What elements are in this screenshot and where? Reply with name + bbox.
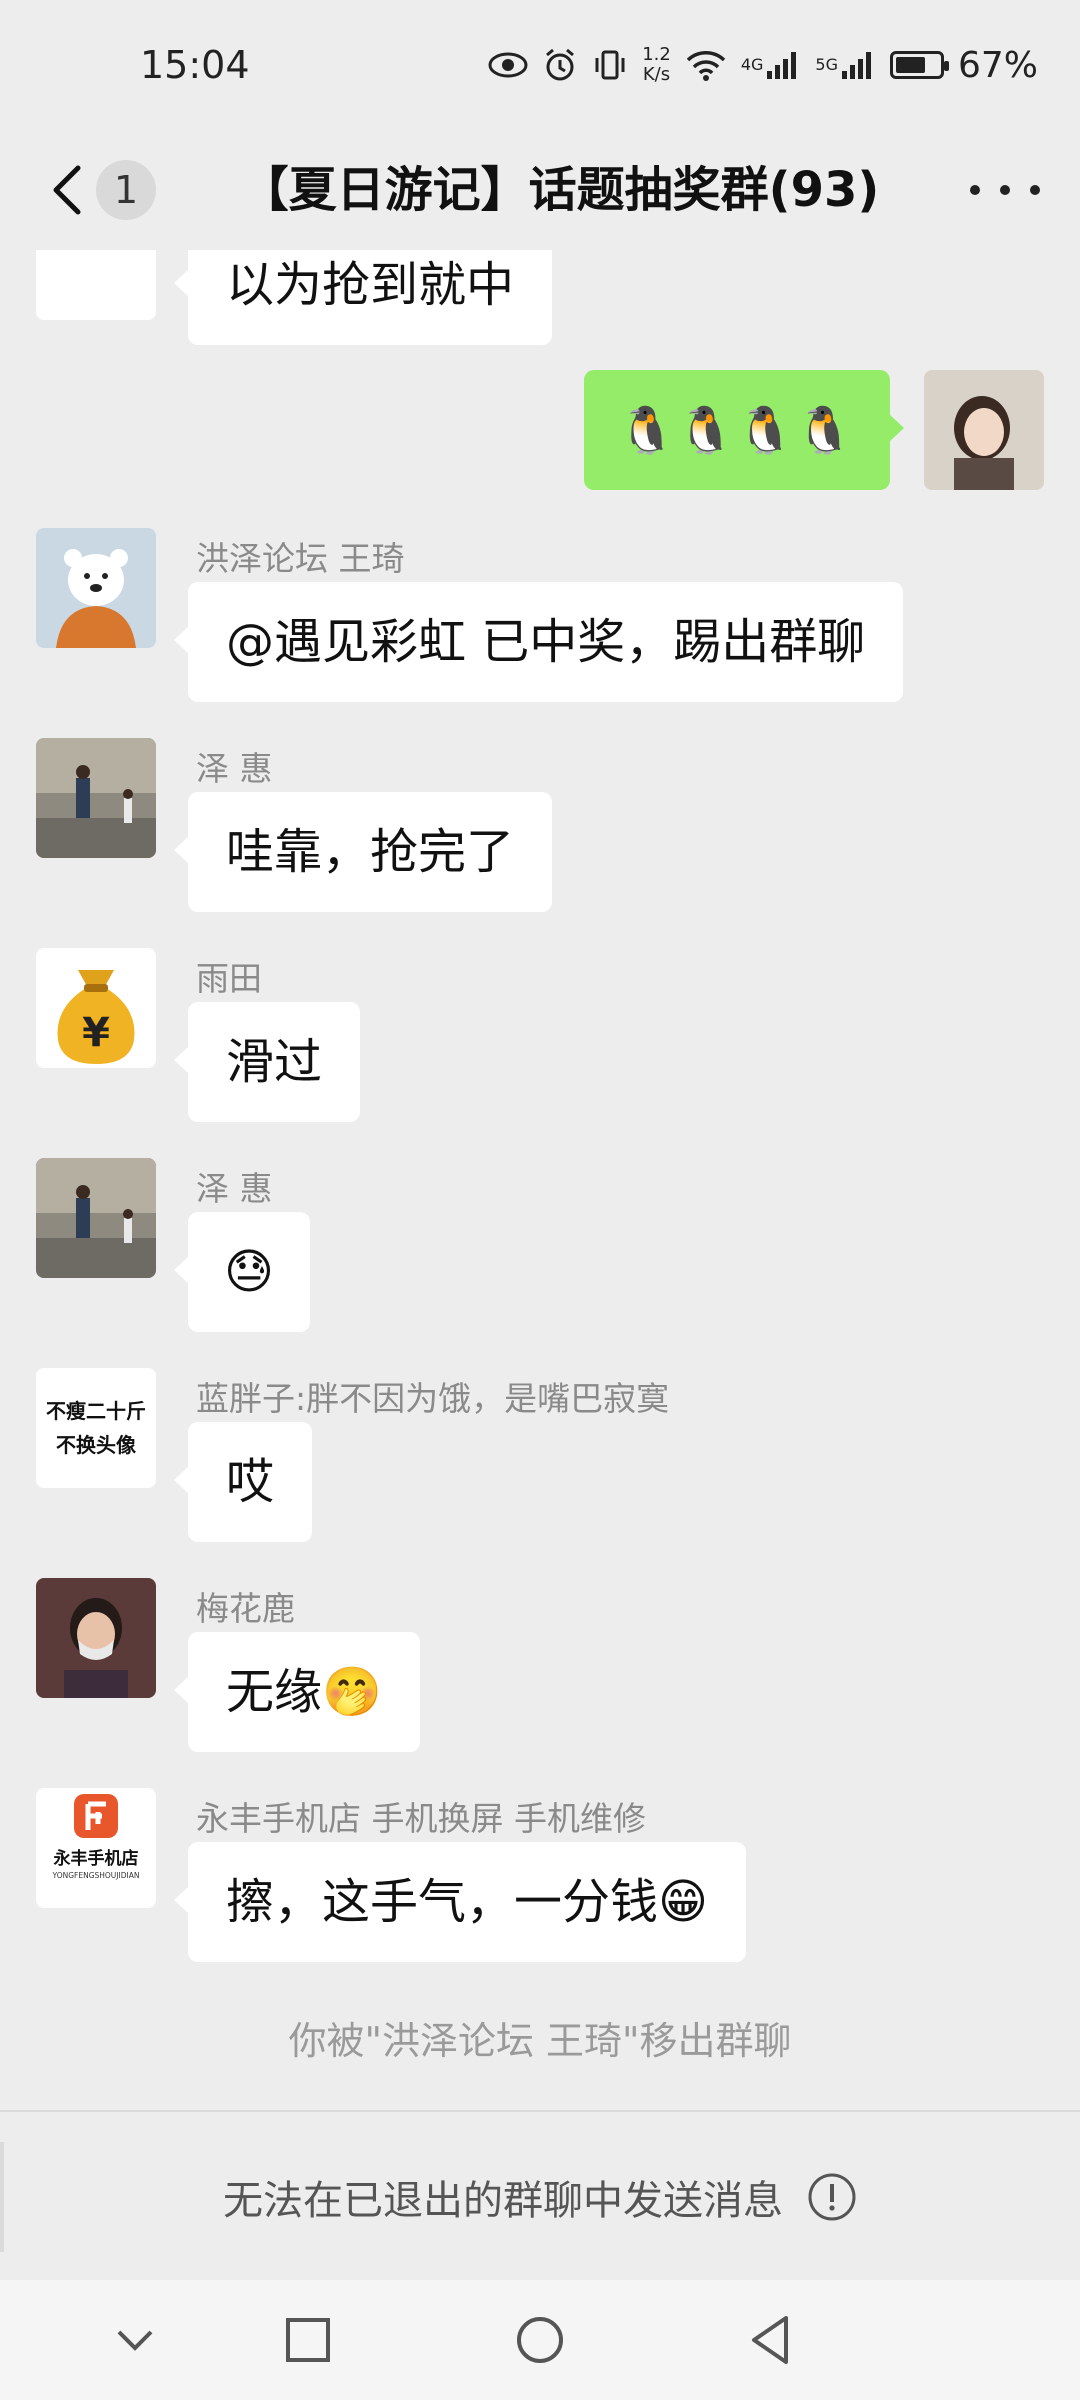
message-bubble[interactable]: 哎 (173, 1422, 313, 1542)
dot-icon (970, 185, 980, 195)
status-time: 15:04 (140, 43, 250, 87)
system-notice: 你被"洪泽论坛 王琦"移出群聊 (288, 2019, 792, 2063)
sender-name: 雨田 (196, 959, 262, 998)
recent-apps-icon[interactable] (278, 2310, 338, 2370)
message-bubble[interactable]: 擦，这手气，一分钱😁 (173, 1842, 747, 1962)
battery-percent: 67% (957, 44, 1038, 86)
back-triangle-icon[interactable] (740, 2310, 800, 2370)
status-bar: 15:04 1.2 K/s 4G 5G 67% (0, 0, 1080, 130)
alarm-icon (546, 48, 575, 81)
street-photo-avatar[interactable] (36, 1158, 156, 1278)
signal-icon (767, 52, 797, 79)
vibrate-icon (595, 50, 625, 80)
input-bar: 无法在已退出的群聊中发送消息 (0, 2110, 1080, 2282)
network-label-4g: 4G (740, 54, 764, 74)
back-arrow-icon[interactable] (40, 160, 100, 220)
message-bubble[interactable]: 滑过 (173, 1002, 361, 1122)
divider (0, 2142, 4, 2252)
home-icon[interactable] (510, 2310, 570, 2370)
network-speed: 1.2 K/s (642, 44, 671, 85)
wifi-icon (686, 51, 726, 81)
message-bubble-self[interactable]: 🐧🐧🐧🐧 (584, 370, 904, 490)
dot-icon (1030, 185, 1040, 195)
eye-icon (488, 52, 528, 78)
polar-bear-avatar[interactable] (36, 528, 156, 648)
self-avatar[interactable] (924, 370, 1044, 490)
money-bag-avatar[interactable]: ¥ (36, 948, 156, 1068)
chat-header: 1 【夏日游记】话题抽奖群(93) (0, 130, 1080, 250)
signal-icon-2 (841, 52, 871, 79)
sender-name: 梅花鹿 (196, 1589, 295, 1628)
dot-icon (1000, 185, 1010, 195)
masked-person-avatar[interactable] (36, 1578, 156, 1698)
street-photo-avatar[interactable] (36, 738, 156, 858)
chevron-down-icon[interactable] (105, 2310, 165, 2370)
network-label-5g: 5G (815, 54, 838, 74)
unread-badge[interactable]: 1 (96, 160, 156, 220)
sender-name: 蓝胖子:胖不因为饿，是嘴巴寂寞 (196, 1379, 670, 1418)
avatar[interactable] (36, 250, 156, 320)
more-options-button[interactable] (970, 170, 1040, 210)
chat-title: 【夏日游记】话题抽奖群(93) (240, 162, 880, 218)
message-list[interactable]: 以为抢到就中 🐧🐧🐧🐧 洪泽论坛 王琦 @遇见彩虹 已中奖，踢出群聊 泽 惠 哇… (0, 250, 1080, 2110)
sender-name: 泽 惠 (196, 1169, 273, 1208)
battery-icon (889, 51, 949, 79)
svg-text:永丰手机店: 永丰手机店 (53, 1848, 139, 1869)
message-bubble[interactable]: 😓 (173, 1212, 311, 1332)
message-bubble[interactable]: @遇见彩虹 已中奖，踢出群聊 (173, 582, 904, 702)
sender-name: 洪泽论坛 王琦 (196, 539, 405, 578)
message-bubble[interactable]: 无缘🤭 (174, 1632, 420, 1752)
sender-name: 泽 惠 (196, 749, 273, 788)
system-nav-bar (0, 2280, 1080, 2400)
text-avatar[interactable]: 不瘦二十斤 不换头像 (36, 1368, 156, 1488)
svg-text:YONGFENGSHOUJIDIAN: YONGFENGSHOUJIDIAN (52, 1871, 140, 1880)
message-bubble[interactable]: 以为抢到就中 (173, 250, 553, 345)
sender-name: 永丰手机店 手机换屏 手机维修 (196, 1799, 646, 1838)
message-bubble[interactable]: 哇靠，抢完了 (173, 792, 553, 912)
input-disabled-notice: 无法在已退出的群聊中发送消息 (223, 2178, 783, 2224)
svg-text:¥: ¥ (82, 1010, 110, 1056)
phone-shop-logo-avatar[interactable]: 永丰手机店 YONGFENGSHOUJIDIAN (36, 1788, 156, 1908)
status-icons: 1.2 K/s 4G 5G 67% (488, 45, 1038, 86)
info-icon[interactable] (807, 2172, 857, 2222)
